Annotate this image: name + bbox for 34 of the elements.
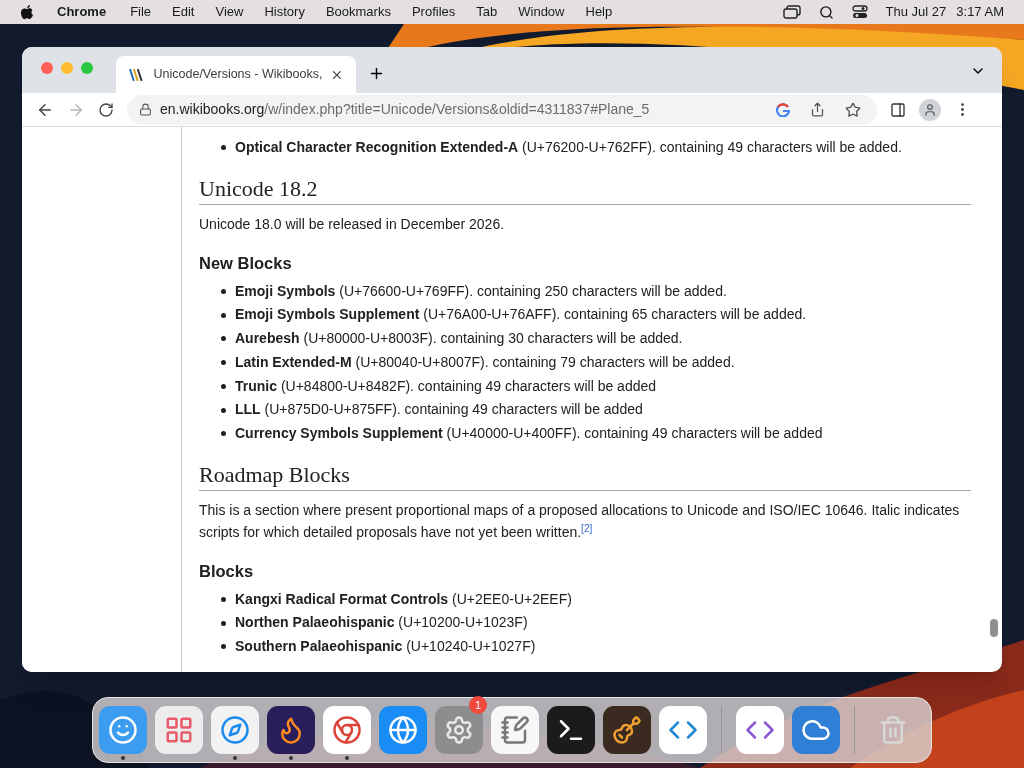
list-item: Trunic (U+84800-U+8482F). containing 49 characters will be added <box>235 376 657 396</box>
app-menu[interactable]: Chrome <box>57 2 107 22</box>
list-item: Southern Palaeohispanic (U+10240-U+1027F) <box>235 637 536 657</box>
subsection-heading: Blocks <box>199 560 255 582</box>
menu-item[interactable]: Bookmarks <box>325 2 391 22</box>
url-text: en.wikibooks.org/w/index.php?title=Unicode/Versions&oldid=4311837#Plane_5 <box>160 100 650 119</box>
list-item: Emoji Symbols (U+76600-U+769FF). containing 250 characters will be added. <box>235 281 727 301</box>
subsection-heading: New Blocks <box>199 252 293 274</box>
menu-item[interactable]: History <box>264 2 305 22</box>
menu-item[interactable]: Window <box>518 2 565 22</box>
menu-item[interactable]: Help <box>585 2 613 22</box>
browser-tab[interactable]: Unicode/Versions - Wikibooks, <box>116 56 356 93</box>
paragraph: This is a section where present proportional maps of a proposed allocations to Unicode and ISO/IEC 10646. Italic indicates scripts for which detailed proposals have not yet been written.$^{[2]}$ <box>199 500 961 542</box>
menu-item[interactable]: View <box>215 2 244 22</box>
menu-bar-time[interactable]: 3:17 AM <box>956 2 1004 22</box>
list-item: Kangxi Radical Format Controls (U+2EE0-U+2EEF) <box>235 589 572 609</box>
notification-badge: 1 <box>469 696 487 714</box>
list-item: Optical Character Recognition Extended-A (U+76200-U+762FF). containing 49 characters will be added. <box>235 138 902 157</box>
list-item: Latin Extended-M (U+80040-U+8007F). containing 79 characters will be added. <box>235 352 735 372</box>
menu-bar-date[interactable]: Thu Jul 27 <box>885 2 947 22</box>
tab-title: Unicode/Versions - Wikibooks, <box>153 66 323 84</box>
section-heading: Roadmap Blocks <box>199 460 971 491</box>
menu-item[interactable]: Edit <box>172 2 195 22</box>
section-heading: Unicode 18.2 <box>199 174 971 205</box>
menu-item[interactable]: Profiles <box>411 2 456 22</box>
list-item: Aurebesh (U+80000-U+8003F). containing 30 characters will be added. <box>235 329 683 349</box>
paragraph: Unicode 18.0 will be released in December 2026. <box>199 214 506 234</box>
list-item: LLL (U+875D0-U+875FF). containing 49 characters will be added <box>235 400 643 420</box>
menu-item[interactable]: File <box>130 2 152 22</box>
list-item: Emoji Symbols Supplement (U+76A00-U+76AFF). containing 65 characters will be added. <box>235 305 807 325</box>
menu-item[interactable]: Tab <box>476 2 498 22</box>
list-item: Northen Palaeohispanic (U+10200-U+1023F) <box>235 613 528 633</box>
list-item: Currency Symbols Supplement (U+40000-U+400FF). containing 49 characters will be added <box>235 423 823 443</box>
address-bar[interactable]: en.wikibooks.org/w/index.php?title=Unicode/Versions&oldid=4311837#Plane_5 <box>127 94 877 125</box>
